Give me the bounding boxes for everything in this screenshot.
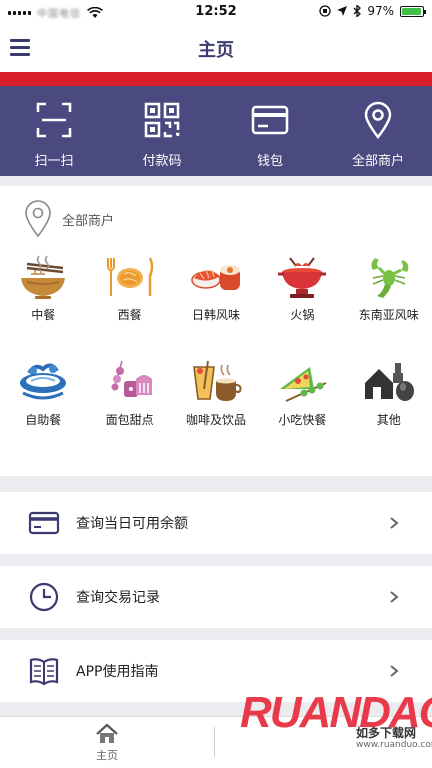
category-buffet[interactable]: 自助餐 — [0, 359, 86, 428]
snack-icon — [280, 367, 327, 402]
query-balance-row[interactable]: 查询当日可用余额 — [0, 492, 432, 554]
category-label: 其他 — [376, 413, 401, 427]
chevron-right-icon — [390, 591, 399, 603]
location-pin-icon — [364, 101, 392, 140]
page-title: 主页 — [198, 40, 234, 61]
status-right: 97% — [319, 4, 426, 18]
quick-action-bar: 扫一扫 付款码 钱包 全部商户 — [0, 86, 432, 176]
category-coffee-drinks[interactable]: 咖啡及饮品 — [173, 359, 259, 428]
wallet-card-icon — [251, 105, 289, 135]
all-merchants-label: 全部商户 — [351, 154, 404, 169]
category-label: 小吃快餐 — [278, 413, 327, 427]
clock-icon — [29, 582, 59, 612]
battery-level — [402, 7, 422, 15]
location-arrow-icon — [337, 6, 348, 16]
category-snacks-fastfood[interactable]: 小吃快餐 — [259, 359, 345, 428]
category-hotpot[interactable]: 火锅 — [259, 254, 345, 323]
watermark-subtitle: 如多下载网 — [356, 726, 417, 740]
chevron-right-icon — [390, 665, 399, 677]
category-japanese-korean[interactable]: 日韩风味 — [173, 254, 259, 323]
category-western[interactable]: 西餐 — [86, 254, 172, 323]
nav-bar: 主页 — [0, 24, 432, 72]
category-chinese[interactable]: 中餐 — [0, 254, 86, 323]
buffet-icon — [20, 363, 67, 400]
battery-icon — [400, 5, 426, 17]
wallet-label: 钱包 — [256, 154, 283, 169]
category-label: 面包甜点 — [105, 413, 154, 427]
scan-icon — [36, 102, 72, 138]
hotpot-icon — [278, 257, 327, 298]
category-label: 火锅 — [290, 308, 315, 322]
home-icon — [96, 723, 118, 743]
category-bakery-dessert[interactable]: 面包甜点 — [86, 359, 172, 428]
tab-home[interactable]: 主页 — [60, 723, 154, 763]
chevron-right-icon — [390, 517, 399, 529]
orientation-lock-icon — [319, 5, 331, 17]
category-label: 西餐 — [117, 308, 142, 322]
other-icon — [364, 363, 414, 401]
all-merchants-button[interactable]: 全部商户 — [324, 86, 432, 176]
category-label: 东南亚风味 — [358, 308, 419, 322]
battery-percent: 97% — [367, 4, 394, 18]
watermark-logo: RUANDAO 如多下载网 www.ruanduo.com — [240, 688, 432, 760]
watermark-url: www.ruanduo.com — [356, 740, 432, 750]
card-icon — [28, 511, 60, 535]
coffee-icon — [193, 360, 242, 401]
noodle-bowl-icon — [21, 255, 66, 299]
wallet-button[interactable]: 钱包 — [216, 86, 324, 176]
payment-code-label: 付款码 — [142, 154, 182, 169]
location-pin-icon — [25, 200, 51, 238]
category-label: 中餐 — [31, 308, 56, 322]
category-label: 自助餐 — [25, 413, 62, 427]
book-icon — [29, 658, 59, 686]
query-transactions-row[interactable]: 查询交易记录 — [0, 566, 432, 628]
category-grid: 中餐 西餐 日韩风味 火锅 东南亚风味 自助餐 面包甜点 咖啡及饮品 小吃快餐 … — [0, 254, 432, 428]
category-southeast-asian[interactable]: 东南亚风味 — [346, 254, 432, 323]
western-food-icon — [106, 257, 153, 296]
merchant-categories-panel: 全部商户 中餐 西餐 日韩风味 火锅 东南亚风味 自助餐 面包甜点 咖啡及饮品 … — [0, 186, 432, 476]
qr-code-icon — [144, 102, 180, 138]
scan-label: 扫一扫 — [34, 154, 74, 169]
tab-home-label: 主页 — [96, 749, 118, 762]
category-label: 日韩风味 — [191, 308, 240, 322]
query-balance-label: 查询当日可用余额 — [76, 516, 188, 532]
sushi-icon — [191, 265, 240, 290]
dessert-icon — [111, 360, 152, 397]
category-label: 咖啡及饮品 — [185, 413, 246, 427]
scan-button[interactable]: 扫一扫 — [0, 86, 108, 176]
app-guide-label: APP使用指南 — [76, 664, 159, 680]
red-divider-band — [0, 72, 432, 86]
query-transactions-label: 查询交易记录 — [76, 590, 160, 606]
all-merchants-header-label: 全部商户 — [62, 213, 115, 229]
all-merchants-header[interactable]: 全部商户 — [24, 200, 114, 238]
tab-divider — [214, 727, 215, 757]
category-other[interactable]: 其他 — [346, 359, 432, 428]
payment-code-button[interactable]: 付款码 — [108, 86, 216, 176]
lobster-icon — [371, 258, 409, 298]
bluetooth-icon — [353, 5, 362, 17]
status-bar: 中国电信 12:52 97% — [0, 0, 432, 24]
